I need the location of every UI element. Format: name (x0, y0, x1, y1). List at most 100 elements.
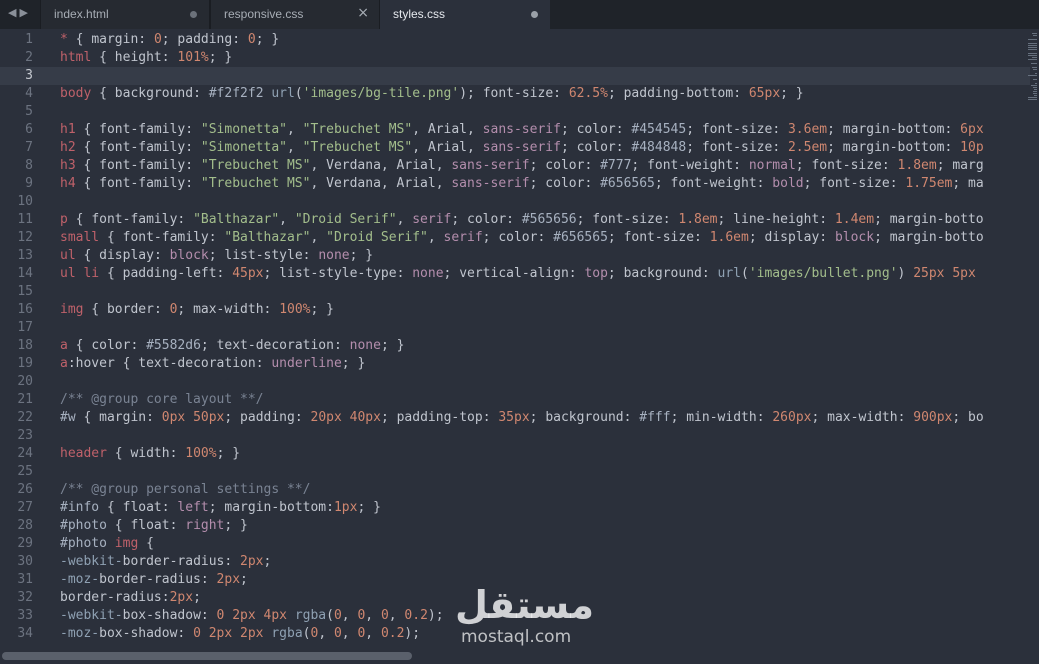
code-line[interactable]: img { border: 0; max-width: 100%; } (60, 301, 334, 319)
code-token: ; (161, 32, 178, 47)
code-token: : (185, 158, 201, 173)
code-line[interactable]: header { width: 100%; } (60, 445, 240, 463)
code-line[interactable]: #photo { float: right; } (60, 517, 248, 535)
minimap-line (1028, 53, 1037, 54)
code-token: color (91, 338, 131, 353)
code-token: ( (741, 266, 749, 281)
modified-dot-icon[interactable] (190, 11, 197, 18)
scrollbar-thumb[interactable] (2, 652, 412, 660)
code-token: ; } (208, 50, 233, 65)
code-token: ; (631, 158, 648, 173)
code-editor[interactable]: 1 2 3 4 5 6 7 8 9 10 11 12 13 14 15 16 17 18 19 20 21 22 23 24 2… (0, 29, 1039, 649)
code-token: : (177, 212, 194, 227)
code-token: #photo (60, 518, 107, 533)
code-token: ; (803, 176, 820, 191)
code-line[interactable]: h2 { font-family: "Simonetta", "Trebuche… (60, 139, 984, 157)
tab-responsive-css[interactable]: responsive.css × (210, 0, 380, 29)
code-token: ; (686, 140, 702, 155)
code-line[interactable]: p { font-family: "Balthazar", "Droid Ser… (60, 211, 984, 229)
code-line[interactable]: h4 { font-family: "Trebuchet MS", Verdan… (60, 175, 984, 193)
code-token: 100 (185, 446, 209, 461)
code-line[interactable]: -moz-box-shadow: 0 2px 2px rgba(0, 0, 0,… (60, 625, 420, 643)
code-token: left (177, 500, 209, 515)
code-line[interactable]: #info { float: left; margin-bottom:1px; … (60, 499, 381, 517)
code-token: ; } (380, 338, 405, 353)
code-token: px (247, 626, 264, 641)
code-line[interactable]: #photo img { (60, 535, 154, 553)
code-token: padding (177, 32, 233, 47)
code-token: px (341, 500, 358, 515)
code-token: font-size (701, 122, 773, 137)
close-icon[interactable]: × (357, 5, 369, 21)
tab-styles-css[interactable]: styles.css (380, 0, 550, 29)
code-token: color (498, 230, 538, 245)
code-area[interactable]: * { margin: 0; padding: 0; } html { heigh… (60, 29, 1039, 649)
code-line[interactable]: * { margin: 0; padding: 0; } (60, 31, 279, 49)
code-token: font-family (99, 158, 186, 173)
code-token: ; } (341, 356, 366, 371)
code-token: color (576, 122, 616, 137)
tab-index-html[interactable]: index.html (40, 0, 210, 29)
code-token: display (99, 248, 154, 263)
minimap-line (1028, 75, 1037, 76)
code-token: margin-bottom (842, 122, 945, 137)
code-token: ; (263, 266, 280, 281)
code-token: "Trebuchet MS" (200, 158, 311, 173)
code-token: , (365, 608, 381, 623)
code-token: ; (224, 410, 241, 425)
code-token: ; (576, 212, 593, 227)
line-number: 18 (17, 338, 33, 353)
code-token: , (318, 626, 334, 641)
code-token: 1.4 (834, 212, 859, 227)
code-token: { (91, 50, 115, 65)
code-line[interactable]: a { color: #5582d6; text-decoration: non… (60, 337, 404, 355)
code-token: text-decoration (216, 338, 334, 353)
code-token: ; } (255, 32, 280, 47)
code-token: ); (404, 626, 421, 641)
code-token: : (216, 266, 233, 281)
code-token: background (623, 266, 702, 281)
line-number: 28 (17, 518, 33, 533)
code-token: box-shadow: (99, 626, 194, 641)
code-line[interactable]: h1 { font-family: "Simonetta", "Trebuche… (60, 121, 984, 139)
code-token: padding-left (122, 266, 217, 281)
code-token: ); (459, 86, 483, 101)
minimap[interactable] (1027, 29, 1039, 109)
line-number: 23 (17, 428, 33, 443)
code-token: display (764, 230, 820, 245)
code-token: margin (91, 32, 139, 47)
code-token: ; (443, 266, 460, 281)
modified-dot-icon[interactable] (531, 11, 538, 18)
code-token: 0.2 (380, 626, 405, 641)
code-line[interactable]: #w { margin: 0px 50px; padding: 20px 40p… (60, 409, 984, 427)
forward-arrow-icon[interactable]: ▶ (19, 6, 30, 19)
code-token: font-family (122, 230, 209, 245)
code-token: 0 (161, 410, 170, 425)
code-token: 2 (240, 626, 248, 641)
code-token: bold (772, 176, 804, 191)
code-line[interactable]: a:hover { text-decoration: underline; } (60, 355, 365, 373)
code-line[interactable]: body { background: #f2f2f2 url('images/b… (60, 85, 804, 103)
code-line[interactable]: -webkit-box-shadow: 0 2px 4px rgba(0, 0,… (60, 607, 444, 625)
back-arrow-icon[interactable]: ◀ (8, 6, 19, 19)
code-line[interactable]: /** @group core layout **/ (60, 391, 264, 409)
code-line[interactable]: -webkit-border-radius: 2px; (60, 553, 271, 571)
code-line[interactable]: h3 { font-family: "Trebuchet MS", Verdan… (60, 157, 984, 175)
code-line[interactable]: html { height: 101%; } (60, 49, 232, 67)
nav-arrows[interactable]: ◀▶ (8, 6, 31, 19)
minimap-line (1031, 33, 1037, 34)
code-line[interactable]: -moz-border-radius: 2px; (60, 571, 248, 589)
code-line[interactable]: border-radius:2px; (60, 589, 201, 607)
code-line[interactable]: ul li { padding-left: 45px; list-style-t… (60, 265, 976, 283)
code-token: % (600, 86, 608, 101)
code-token: , (427, 230, 444, 245)
code-line[interactable]: ul { display: block; list-style: none; } (60, 247, 373, 265)
line-number: 1 (25, 32, 33, 47)
code-token: : (193, 86, 209, 101)
code-line[interactable]: small { font-family: "Balthazar", "Droid… (60, 229, 984, 247)
code-token: ; (208, 500, 225, 515)
line-number: 5 (25, 104, 33, 119)
line-number: 25 (17, 464, 33, 479)
code-token: background (114, 86, 194, 101)
code-line[interactable]: /** @group personal settings **/ (60, 481, 310, 499)
